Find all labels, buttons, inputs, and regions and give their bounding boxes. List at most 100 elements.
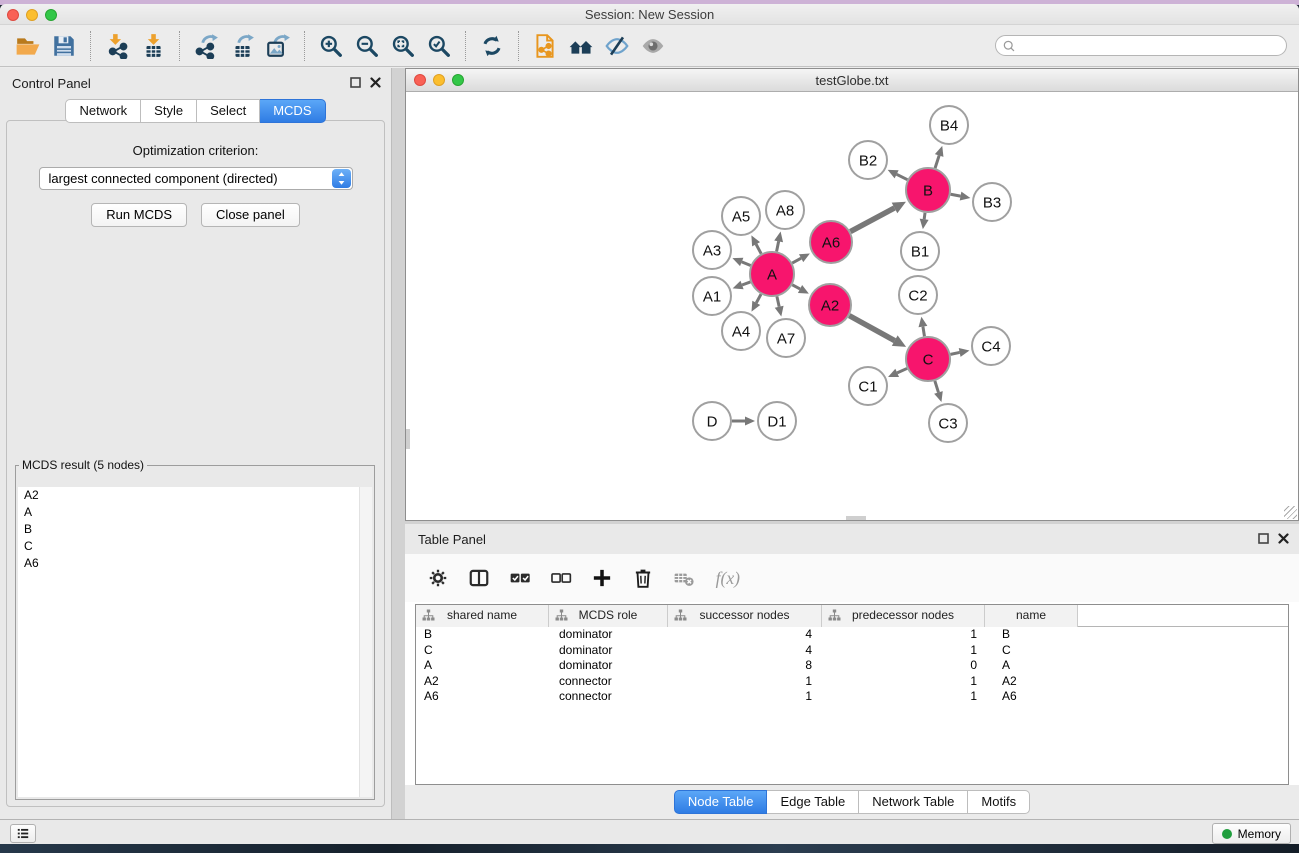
network-canvas[interactable]: A5A8A3A1A4A7AA6A2BB2B4B3B1CC2C4C1C3DD1 — [406, 92, 1298, 520]
close-table-panel-icon[interactable] — [1278, 533, 1289, 544]
graph-node-B1[interactable]: B1 — [901, 232, 939, 270]
float-table-panel-icon[interactable] — [1258, 533, 1269, 544]
edge-D-D1[interactable] — [732, 417, 755, 426]
edge-B-B2[interactable] — [888, 170, 908, 180]
tab-style[interactable]: Style — [141, 99, 197, 123]
graph-node-B3[interactable]: B3 — [973, 183, 1011, 221]
column-header-name[interactable]: name — [985, 605, 1078, 627]
export-network-button[interactable] — [188, 29, 224, 63]
graph-node-A3[interactable]: A3 — [693, 231, 731, 269]
edge-A-A8[interactable] — [774, 232, 783, 252]
close-panel-icon[interactable] — [370, 77, 381, 88]
mcds-result-list[interactable]: A2ABCA6 — [18, 487, 372, 797]
edge-C-C4[interactable] — [951, 348, 970, 357]
graph-node-A6[interactable]: A6 — [810, 221, 852, 263]
graph-node-B[interactable]: B — [906, 168, 950, 212]
tab-network-table[interactable]: Network Table — [859, 790, 968, 814]
edge-A-A5[interactable] — [751, 235, 761, 253]
graph-node-C4[interactable]: C4 — [972, 327, 1010, 365]
graph-node-C3[interactable]: C3 — [929, 404, 967, 442]
tab-motifs[interactable]: Motifs — [968, 790, 1030, 814]
edge-A6-B[interactable] — [850, 202, 906, 232]
graph-node-A2[interactable]: A2 — [809, 284, 851, 326]
canvas-vscroll-nub[interactable] — [406, 429, 410, 449]
split-columns-button[interactable] — [468, 567, 490, 589]
graph-node-D1[interactable]: D1 — [758, 402, 796, 440]
table-row[interactable]: Bdominator41B — [416, 627, 1288, 643]
export-image-button[interactable] — [260, 29, 296, 63]
open-file-button[interactable] — [10, 29, 46, 63]
table-settings-button[interactable] — [427, 567, 449, 589]
import-table-button[interactable] — [135, 29, 171, 63]
float-panel-icon[interactable] — [350, 77, 361, 88]
edge-A-A6[interactable] — [792, 253, 810, 263]
column-header-successor-nodes[interactable]: successor nodes — [668, 605, 822, 627]
search-box[interactable] — [995, 35, 1287, 56]
hide-graphics-details-button[interactable] — [599, 29, 635, 63]
edge-A-A3[interactable] — [732, 258, 750, 266]
zoom-selected-button[interactable] — [421, 29, 457, 63]
minimize-window-button[interactable] — [26, 9, 38, 21]
edge-B-B1[interactable] — [920, 213, 929, 229]
graph-node-B2[interactable]: B2 — [849, 141, 887, 179]
graph-node-A7[interactable]: A7 — [767, 319, 805, 357]
tab-network[interactable]: Network — [65, 99, 141, 123]
graph-node-B4[interactable]: B4 — [930, 106, 968, 144]
tab-edge-table[interactable]: Edge Table — [767, 790, 859, 814]
column-header-shared-name[interactable]: shared name — [416, 605, 549, 627]
graph-node-C[interactable]: C — [906, 337, 950, 381]
search-input[interactable] — [1016, 38, 1280, 54]
edge-C-C1[interactable] — [888, 368, 907, 377]
graph-node-C1[interactable]: C1 — [849, 367, 887, 405]
import-network-button[interactable] — [99, 29, 135, 63]
export-table-button[interactable] — [224, 29, 260, 63]
zoom-fit-button[interactable] — [385, 29, 421, 63]
zoom-in-button[interactable] — [313, 29, 349, 63]
result-scrollbar[interactable] — [359, 487, 372, 797]
node-table[interactable]: shared nameMCDS rolesuccessor nodesprede… — [415, 604, 1289, 785]
network-from-selection-button[interactable] — [527, 29, 563, 63]
resize-grip[interactable] — [1284, 506, 1297, 519]
edge-A2-C[interactable] — [849, 316, 906, 347]
graph-node-A8[interactable]: A8 — [766, 191, 804, 229]
column-header-predecessor-nodes[interactable]: predecessor nodes — [822, 605, 985, 627]
edge-A-A4[interactable] — [752, 294, 762, 311]
graph-node-D[interactable]: D — [693, 402, 731, 440]
tab-select[interactable]: Select — [197, 99, 260, 123]
task-history-button[interactable] — [10, 824, 36, 843]
edge-C-C2[interactable] — [918, 317, 927, 337]
close-panel-button[interactable]: Close panel — [201, 203, 300, 227]
show-graphics-details-button[interactable] — [635, 29, 671, 63]
network-graph[interactable]: A5A8A3A1A4A7AA6A2BB2B4B3B1CC2C4C1C3DD1 — [406, 92, 1298, 520]
edge-B-B3[interactable] — [951, 192, 971, 201]
result-list-item[interactable]: A6 — [18, 555, 372, 572]
add-column-button[interactable] — [591, 567, 613, 589]
edge-A-A7[interactable] — [775, 296, 784, 316]
result-list-item[interactable]: A — [18, 504, 372, 521]
delete-columns-button[interactable] — [632, 567, 654, 589]
edge-B-B4[interactable] — [935, 146, 944, 168]
refresh-button[interactable] — [474, 29, 510, 63]
edge-C-C3[interactable] — [934, 381, 943, 402]
table-row[interactable]: Cdominator41C — [416, 643, 1288, 659]
first-neighbors-button[interactable] — [563, 29, 599, 63]
close-window-button[interactable] — [7, 9, 19, 21]
table-row[interactable]: A2connector11A2 — [416, 674, 1288, 690]
result-list-item[interactable]: A2 — [18, 487, 372, 504]
canvas-hscroll-nub[interactable] — [846, 516, 866, 520]
graph-node-A1[interactable]: A1 — [693, 277, 731, 315]
zoom-out-button[interactable] — [349, 29, 385, 63]
network-zoom-button[interactable] — [452, 74, 464, 86]
graph-node-A4[interactable]: A4 — [722, 312, 760, 350]
criterion-select[interactable]: largest connected component (directed) — [39, 167, 353, 190]
edge-A-A2[interactable] — [792, 285, 809, 294]
graph-node-A5[interactable]: A5 — [722, 197, 760, 235]
column-header-MCDS-role[interactable]: MCDS role — [549, 605, 668, 627]
graph-node-A[interactable]: A — [750, 252, 794, 296]
table-row[interactable]: Adominator80A — [416, 658, 1288, 674]
tab-node-table[interactable]: Node Table — [674, 790, 768, 814]
select-all-rows-button[interactable] — [509, 567, 531, 589]
edge-A-A1[interactable] — [733, 281, 751, 289]
network-close-button[interactable] — [414, 74, 426, 86]
tab-mcds[interactable]: MCDS — [260, 99, 325, 123]
